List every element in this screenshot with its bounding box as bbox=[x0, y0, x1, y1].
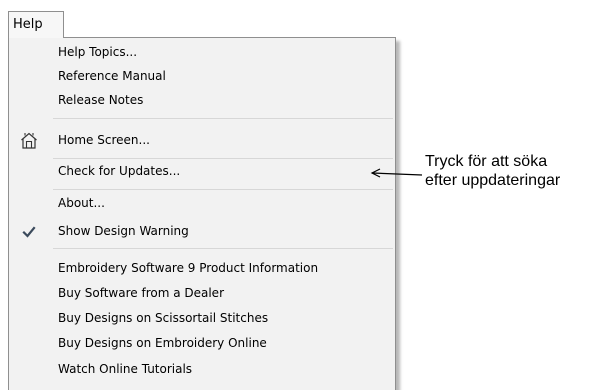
help-menu-label: Help bbox=[13, 17, 43, 32]
menu-item-show-design-warning[interactable]: Show Design Warning bbox=[9, 220, 395, 244]
menu-item-home-screen[interactable]: Home Screen... bbox=[9, 129, 395, 153]
menu-item-release-notes[interactable]: Release Notes bbox=[9, 89, 395, 113]
help-dropdown-menu: Help Topics... Reference Manual Release … bbox=[8, 37, 396, 390]
menu-item-help-topics[interactable]: Help Topics... bbox=[9, 41, 395, 65]
menu-item-label: Watch Online Tutorials bbox=[58, 362, 193, 376]
menu-item-watch-online-tutorials[interactable]: Watch Online Tutorials bbox=[9, 358, 395, 382]
annotation-arrow-icon bbox=[370, 168, 423, 178]
menu-item-label: Home Screen... bbox=[58, 133, 150, 147]
callout-annotation: Tryck för att söka efter uppdateringar bbox=[425, 152, 560, 190]
menu-separator bbox=[53, 248, 393, 249]
menu-item-buy-designs-scissortail[interactable]: Buy Designs on Scissortail Stitches bbox=[9, 307, 395, 331]
menu-item-label: About... bbox=[58, 196, 105, 210]
menu-item-label: Buy Software from a Dealer bbox=[58, 286, 225, 300]
checkmark-icon bbox=[20, 223, 38, 241]
menu-item-label: Release Notes bbox=[58, 93, 144, 107]
menu-separator bbox=[53, 189, 393, 190]
menu-item-label: Embroidery Software 9 Product Informatio… bbox=[58, 261, 319, 275]
menu-item-label: Help Topics... bbox=[58, 45, 138, 59]
callout-line-2: efter uppdateringar bbox=[425, 172, 561, 189]
menu-item-reference-manual[interactable]: Reference Manual bbox=[9, 65, 395, 89]
menu-item-buy-designs-embroidery-online[interactable]: Buy Designs on Embroidery Online bbox=[9, 332, 395, 356]
menu-item-label: Buy Designs on Scissortail Stitches bbox=[58, 311, 269, 325]
menu-item-buy-software-dealer[interactable]: Buy Software from a Dealer bbox=[9, 282, 395, 306]
menu-item-label: Buy Designs on Embroidery Online bbox=[58, 336, 267, 350]
menu-item-label: Show Design Warning bbox=[58, 224, 189, 238]
menu-item-product-information[interactable]: Embroidery Software 9 Product Informatio… bbox=[9, 257, 395, 281]
menu-separator bbox=[53, 158, 393, 159]
menu-item-about[interactable]: About... bbox=[9, 192, 395, 216]
menu-item-check-for-updates[interactable]: Check for Updates... bbox=[9, 160, 395, 184]
menu-item-label: Check for Updates... bbox=[58, 164, 181, 178]
callout-line-1: Tryck för att söka bbox=[425, 153, 548, 170]
menu-separator bbox=[53, 118, 393, 119]
menu-item-label: Reference Manual bbox=[58, 69, 166, 83]
home-screen-icon bbox=[20, 132, 38, 150]
help-menu-tab[interactable]: Help bbox=[8, 11, 64, 38]
